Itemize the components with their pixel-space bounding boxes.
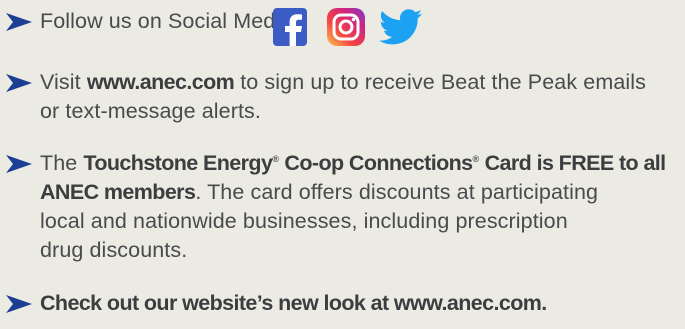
social-icons bbox=[273, 8, 435, 46]
facebook-icon[interactable] bbox=[273, 8, 307, 46]
coop-card-line1: The Touchstone Energy® Co-op Connections… bbox=[40, 151, 666, 175]
social-media-text: Follow us on Social Media: bbox=[40, 9, 299, 33]
website-signup-line2: or text-message alerts. bbox=[40, 99, 261, 123]
arrow-bullet-icon bbox=[6, 155, 32, 173]
arrow-bullet-icon bbox=[6, 74, 32, 92]
anec-website-link[interactable]: www.anec.com bbox=[87, 70, 235, 94]
website-signup-line1: Visit www.anec.com to sign up to receive… bbox=[40, 70, 646, 94]
twitter-icon[interactable] bbox=[379, 9, 423, 45]
arrow-bullet-icon bbox=[6, 13, 32, 31]
coop-card-line3: local and nationwide businesses, includi… bbox=[40, 209, 568, 233]
coop-card-line4: drug discounts. bbox=[40, 238, 188, 262]
instagram-icon[interactable] bbox=[327, 8, 365, 46]
new-website-text[interactable]: Check out our website’s new look at www.… bbox=[40, 291, 547, 315]
coop-card-line2: ANEC members. The card offers discounts … bbox=[40, 180, 599, 204]
arrow-bullet-icon bbox=[6, 295, 32, 313]
